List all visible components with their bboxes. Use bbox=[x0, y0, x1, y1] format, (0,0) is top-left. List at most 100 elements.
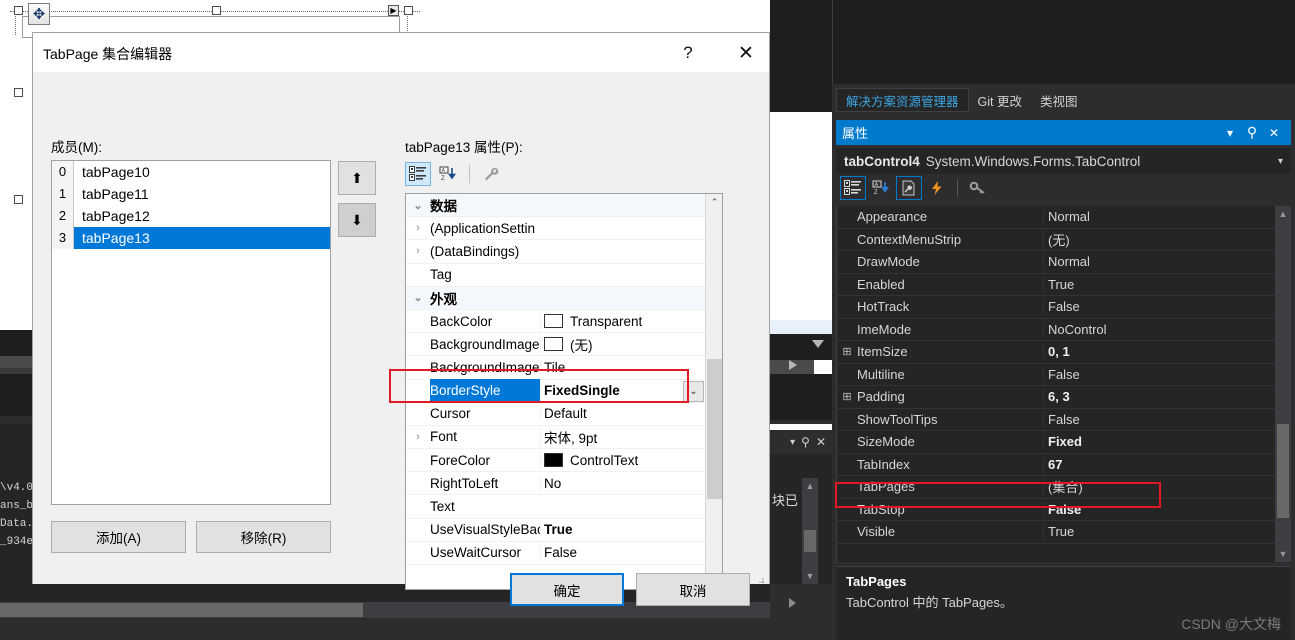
property-row[interactable]: HotTrack False bbox=[837, 296, 1275, 319]
move-down-button[interactable]: ⬇ bbox=[338, 203, 376, 237]
property-value[interactable]: False bbox=[1043, 299, 1275, 314]
resize-handle-center[interactable] bbox=[212, 6, 221, 15]
property-row[interactable]: TabStop False bbox=[837, 499, 1275, 522]
property-pages-key-icon[interactable] bbox=[965, 176, 991, 200]
dialog-titlebar[interactable]: TabPage 集合编辑器 ? ✕ bbox=[33, 33, 769, 73]
property-row[interactable]: ForeColor ControlText bbox=[406, 449, 705, 472]
property-value[interactable]: False bbox=[1043, 412, 1275, 427]
properties-object-selector[interactable]: tabControl4 System.Windows.Forms.TabCont… bbox=[836, 148, 1291, 174]
properties-grid-scroll-thumb[interactable] bbox=[1277, 424, 1289, 518]
hidden-panel-footer-arrow-icon[interactable] bbox=[789, 598, 796, 608]
alphabetical-sort-icon[interactable]: A Z bbox=[868, 176, 894, 200]
property-row[interactable]: Tag bbox=[406, 264, 705, 287]
property-value[interactable]: Fixed bbox=[1043, 434, 1275, 449]
tab-class-view[interactable]: 类视图 bbox=[1031, 88, 1087, 112]
property-grid-scrollbar[interactable]: ⌃ ⌄ bbox=[705, 194, 722, 589]
resize-handle-left-mid[interactable] bbox=[14, 88, 23, 97]
property-row[interactable]: ImeMode NoControl bbox=[837, 319, 1275, 342]
property-category-row[interactable]: ⌄ 数据 bbox=[406, 194, 705, 217]
property-row[interactable]: DrawMode Normal bbox=[837, 251, 1275, 274]
resize-handle-left[interactable] bbox=[14, 6, 23, 15]
resize-grip-icon[interactable] bbox=[755, 571, 765, 581]
property-value[interactable]: 67 bbox=[1043, 457, 1275, 472]
events-lightning-icon[interactable] bbox=[924, 176, 950, 200]
property-row[interactable]: › (DataBindings) bbox=[406, 240, 705, 263]
list-item[interactable]: 0 tabPage10 bbox=[52, 161, 330, 183]
property-value-container[interactable]: ControlText bbox=[540, 453, 705, 468]
categorized-view-icon[interactable] bbox=[405, 162, 431, 186]
resize-handle-right[interactable] bbox=[404, 6, 413, 15]
list-item-selected[interactable]: 3 tabPage13 bbox=[52, 227, 330, 249]
property-row[interactable]: Visible True bbox=[837, 521, 1275, 544]
scroll-up-arrow-icon[interactable]: ▲ bbox=[1275, 206, 1291, 222]
property-value[interactable]: Tile bbox=[540, 360, 705, 375]
property-category-row[interactable]: ⌄ 外观 bbox=[406, 287, 705, 310]
property-value-container[interactable]: (无) bbox=[540, 334, 705, 354]
property-row[interactable]: SizeMode Fixed bbox=[837, 431, 1275, 454]
scroll-down-arrow-icon[interactable]: ▼ bbox=[1275, 546, 1291, 562]
property-value[interactable]: No bbox=[540, 476, 705, 491]
hidden-panel-close-icon[interactable]: ✕ bbox=[816, 435, 826, 449]
property-row-selected[interactable]: BorderStyle FixedSingle ⌄ bbox=[406, 380, 705, 403]
close-button[interactable]: ✕ bbox=[723, 33, 769, 73]
hidden-panel-dropdown-glyph[interactable]: ▾ bbox=[790, 437, 795, 448]
expand-plus-icon[interactable]: ⊞ bbox=[837, 345, 857, 358]
property-row[interactable]: TabIndex 67 bbox=[837, 454, 1275, 477]
titlebar-drag-area[interactable] bbox=[868, 120, 1219, 145]
property-value[interactable]: False bbox=[1043, 367, 1275, 382]
chevron-right-icon[interactable]: › bbox=[406, 245, 430, 257]
property-row[interactable]: BackColor Transparent bbox=[406, 310, 705, 333]
property-row[interactable]: › Font 宋体, 9pt bbox=[406, 426, 705, 449]
move-up-button[interactable]: ⬆ bbox=[338, 161, 376, 195]
tab-solution-explorer[interactable]: 解决方案资源管理器 bbox=[836, 88, 969, 112]
hidden-panel-play-icon[interactable] bbox=[789, 360, 797, 370]
property-value[interactable]: Normal bbox=[1043, 254, 1275, 269]
properties-page-icon[interactable] bbox=[896, 176, 922, 200]
hidden-panel-scroll-thumb[interactable] bbox=[804, 530, 816, 552]
property-value[interactable]: (集合) bbox=[1043, 477, 1275, 496]
property-grid[interactable]: ⌄ 数据 › (ApplicationSettin › (DataBinding… bbox=[405, 193, 723, 590]
property-value[interactable]: False bbox=[540, 545, 705, 560]
property-value[interactable]: False bbox=[1043, 502, 1275, 517]
property-grid-scroll-thumb[interactable] bbox=[707, 359, 722, 499]
tab-git-changes[interactable]: Git 更改 bbox=[969, 88, 1031, 112]
property-value[interactable]: 6, 3 bbox=[1043, 389, 1275, 404]
ok-button[interactable]: 确定 bbox=[510, 573, 624, 606]
scroll-up-arrow-icon[interactable]: ▲ bbox=[802, 478, 818, 494]
chevron-down-icon[interactable]: ⌄ bbox=[406, 199, 430, 212]
property-row[interactable]: UseWaitCursor False bbox=[406, 542, 705, 565]
properties-grid-dark[interactable]: Appearance Normal ContextMenuStrip (无) D… bbox=[836, 206, 1291, 562]
members-list[interactable]: 0 tabPage10 1 tabPage11 2 tabPage12 3 ta… bbox=[51, 160, 331, 505]
property-value-container[interactable]: Transparent bbox=[540, 314, 705, 329]
add-button[interactable]: 添加(A) bbox=[51, 521, 186, 553]
property-row[interactable]: ShowToolTips False bbox=[837, 409, 1275, 432]
property-row[interactable]: Appearance Normal bbox=[837, 206, 1275, 229]
hidden-panel-pin-icon[interactable]: ⚲ bbox=[801, 435, 810, 449]
wrench-properties-icon[interactable] bbox=[478, 162, 504, 186]
remove-button[interactable]: 移除(R) bbox=[196, 521, 331, 553]
property-row[interactable]: Text bbox=[406, 495, 705, 518]
chevron-right-icon[interactable]: › bbox=[406, 431, 430, 443]
chevron-down-icon[interactable]: ⌄ bbox=[406, 291, 430, 304]
scroll-up-arrow-icon[interactable]: ⌃ bbox=[706, 194, 723, 211]
property-value[interactable]: True bbox=[540, 522, 705, 537]
property-row[interactable]: ⊞ Padding 6, 3 bbox=[837, 386, 1275, 409]
chevron-right-icon[interactable]: › bbox=[406, 222, 430, 234]
property-row[interactable]: Enabled True bbox=[837, 274, 1275, 297]
scroll-down-arrow-icon[interactable]: ▼ bbox=[802, 568, 818, 584]
property-row-tabpages[interactable]: TabPages (集合) bbox=[837, 476, 1275, 499]
chevron-down-icon[interactable]: ▾ bbox=[1219, 122, 1241, 144]
property-row[interactable]: ⊞ ItemSize 0, 1 bbox=[837, 341, 1275, 364]
properties-panel-titlebar[interactable]: 属性 ▾ ⚲ ✕ bbox=[836, 120, 1291, 145]
chevron-down-icon[interactable]: ▾ bbox=[1278, 156, 1283, 167]
resize-handle-left-lower[interactable] bbox=[14, 195, 23, 204]
categorized-view-icon[interactable] bbox=[840, 176, 866, 200]
property-value[interactable]: Normal bbox=[1043, 209, 1275, 224]
chevron-down-icon[interactable]: ⌄ bbox=[683, 381, 704, 402]
expand-plus-icon[interactable]: ⊞ bbox=[837, 390, 857, 403]
pin-icon[interactable]: ⚲ bbox=[1241, 122, 1263, 144]
property-row[interactable]: › (ApplicationSettin bbox=[406, 217, 705, 240]
property-row[interactable]: RightToLeft No bbox=[406, 472, 705, 495]
cancel-button[interactable]: 取消 bbox=[636, 573, 750, 606]
property-row[interactable]: Cursor Default bbox=[406, 403, 705, 426]
